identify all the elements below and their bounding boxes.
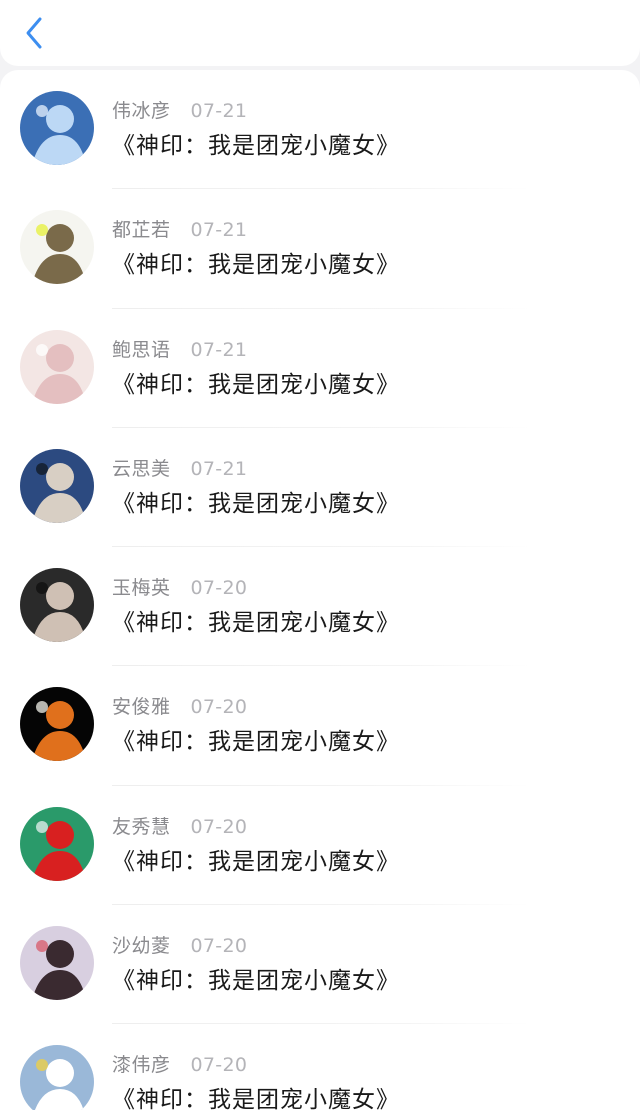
message-text: 《神印：我是团宠小魔女》 bbox=[112, 968, 400, 995]
avatar[interactable] bbox=[20, 329, 94, 404]
message-date: 07-20 bbox=[190, 935, 248, 958]
chevron-left-icon bbox=[26, 17, 42, 49]
avatar[interactable] bbox=[20, 926, 94, 1001]
sender-name[interactable]: 云思美 bbox=[112, 454, 171, 481]
back-button[interactable] bbox=[18, 14, 50, 52]
list-item[interactable]: 云思美 07-21 《神印：我是团宠小魔女》 bbox=[0, 428, 640, 548]
message-date: 07-21 bbox=[190, 338, 248, 361]
top-bar bbox=[0, 0, 640, 66]
message-text: 《神印：我是团宠小魔女》 bbox=[112, 490, 400, 517]
list-item[interactable]: 安俊雅 07-20 《神印：我是团宠小魔女》 bbox=[0, 666, 640, 786]
sender-name[interactable]: 玉梅英 bbox=[112, 573, 171, 600]
avatar[interactable] bbox=[20, 210, 94, 285]
message-text: 《神印：我是团宠小魔女》 bbox=[112, 252, 400, 279]
list-item[interactable]: 伟冰彦 07-21 《神印：我是团宠小魔女》 bbox=[0, 70, 640, 190]
message-date: 07-20 bbox=[190, 815, 248, 838]
message-date: 07-20 bbox=[190, 696, 248, 719]
sender-name[interactable]: 都芷若 bbox=[112, 215, 171, 242]
avatar[interactable] bbox=[20, 568, 94, 643]
message-text: 《神印：我是团宠小魔女》 bbox=[112, 729, 400, 756]
message-date: 07-21 bbox=[190, 219, 248, 242]
list-item[interactable]: 鲍思语 07-21 《神印：我是团宠小魔女》 bbox=[0, 309, 640, 428]
message-meta: 友秀慧 07-20 bbox=[112, 812, 247, 839]
list-item[interactable]: 沙幼菱 07-20 《神印：我是团宠小魔女》 bbox=[0, 905, 640, 1025]
sender-name[interactable]: 沙幼菱 bbox=[112, 931, 171, 958]
message-date: 07-20 bbox=[190, 1054, 248, 1077]
message-meta: 伟冰彦 07-21 bbox=[112, 96, 247, 123]
sender-name[interactable]: 友秀慧 bbox=[112, 812, 171, 839]
message-meta: 鲍思语 07-21 bbox=[112, 335, 247, 362]
list-item[interactable]: 友秀慧 07-20 《神印：我是团宠小魔女》 bbox=[0, 786, 640, 906]
list-item[interactable]: 都芷若 07-21 《神印：我是团宠小魔女》 bbox=[0, 189, 640, 309]
sender-name[interactable]: 安俊雅 bbox=[112, 692, 171, 719]
message-meta: 都芷若 07-21 bbox=[112, 215, 247, 242]
message-meta: 沙幼菱 07-20 bbox=[112, 931, 247, 958]
message-meta: 安俊雅 07-20 bbox=[112, 692, 247, 719]
message-meta: 玉梅英 07-20 bbox=[112, 573, 247, 600]
message-date: 07-21 bbox=[190, 100, 248, 122]
message-text: 《神印：我是团宠小魔女》 bbox=[112, 848, 400, 875]
message-date: 07-20 bbox=[190, 577, 248, 600]
message-meta: 漆伟彦 07-20 bbox=[112, 1050, 247, 1077]
list-item[interactable]: 玉梅英 07-20 《神印：我是团宠小魔女》 bbox=[0, 547, 640, 667]
avatar[interactable] bbox=[20, 687, 94, 762]
list-item[interactable]: 漆伟彦 07-20 《神印：我是团宠小魔女》 bbox=[0, 1024, 640, 1110]
message-text: 《神印：我是团宠小魔女》 bbox=[112, 133, 400, 159]
message-text: 《神印：我是团宠小魔女》 bbox=[112, 1087, 400, 1110]
sender-name[interactable]: 鲍思语 bbox=[112, 335, 171, 362]
message-meta: 云思美 07-21 bbox=[112, 454, 247, 481]
message-text: 《神印：我是团宠小魔女》 bbox=[112, 610, 400, 637]
avatar[interactable] bbox=[20, 448, 94, 523]
message-date: 07-21 bbox=[190, 457, 248, 480]
comment-list: 伟冰彦 07-21 《神印：我是团宠小魔女》 都芷若 07-21 《神印：我是团宠小魔女》… bbox=[0, 70, 640, 1110]
avatar[interactable] bbox=[20, 806, 94, 881]
sender-name[interactable]: 伟冰彦 bbox=[112, 96, 171, 123]
message-text: 《神印：我是团宠小魔女》 bbox=[112, 371, 400, 398]
avatar[interactable] bbox=[20, 91, 94, 165]
avatar[interactable] bbox=[20, 1045, 94, 1110]
sender-name[interactable]: 漆伟彦 bbox=[112, 1050, 171, 1077]
